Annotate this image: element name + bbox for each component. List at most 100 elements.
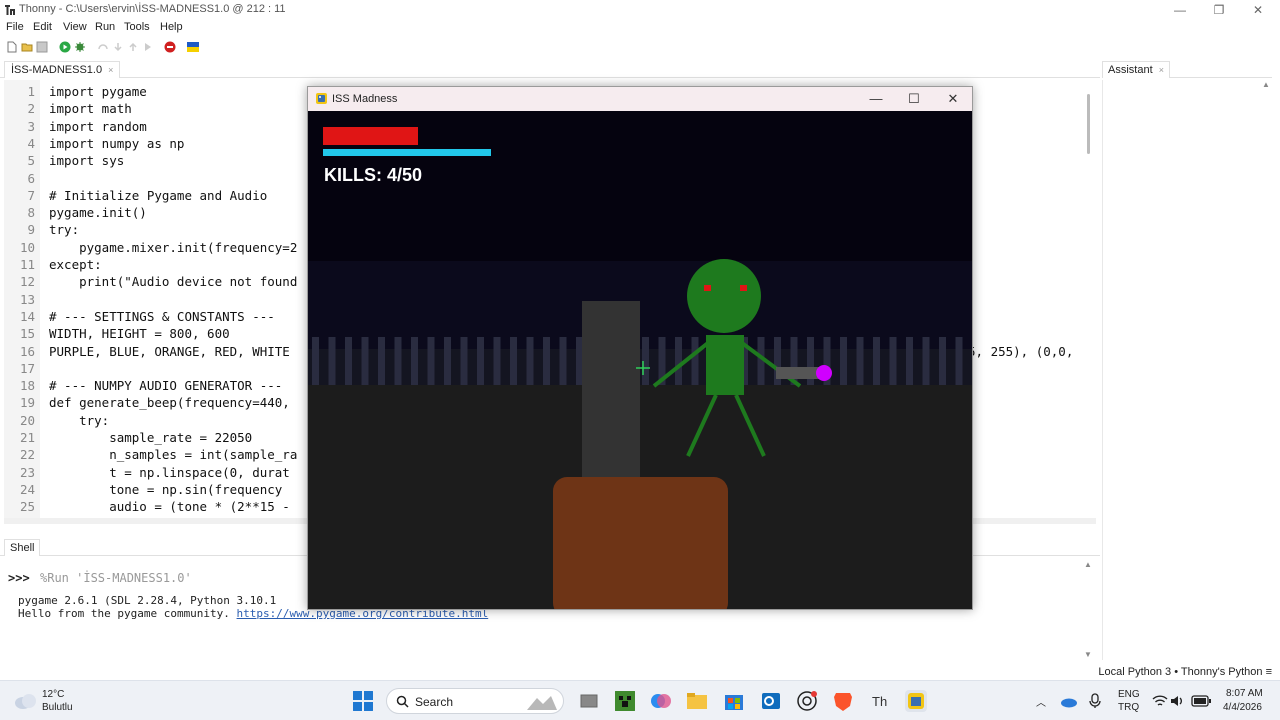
onedrive-icon[interactable] <box>1060 694 1078 708</box>
menu-file[interactable]: File <box>6 21 24 33</box>
close-button[interactable]: ✕ <box>1248 2 1268 18</box>
menu-run[interactable]: Run <box>95 21 115 33</box>
weather-description[interactable]: Bulutlu <box>42 702 73 713</box>
shell-output-line: pygame 2.6.1 (SDL 2.28.4, Python 3.10.1 <box>18 594 277 607</box>
code-line: import random <box>49 118 147 134</box>
pygame-snake-icon <box>316 93 327 104</box>
search-icon <box>396 695 409 708</box>
fence-post <box>361 337 369 385</box>
microphone-icon[interactable] <box>1088 693 1102 709</box>
svg-text:Th: Th <box>872 694 887 709</box>
step-into-icon[interactable] <box>112 41 124 53</box>
shell-prompt: >>> <box>8 571 30 585</box>
maximize-button[interactable]: ❐ <box>1209 2 1229 18</box>
game-window[interactable]: ISS Madness — ☐ ✕ KILLS: 4/50 <box>307 86 973 610</box>
fence-post <box>493 337 501 385</box>
tab-close-icon[interactable]: × <box>108 65 113 75</box>
alien-gun-glow <box>816 365 832 381</box>
minimize-button[interactable]: — <box>1170 2 1190 18</box>
game-canvas[interactable]: KILLS: 4/50 <box>308 111 972 609</box>
step-over-icon[interactable] <box>97 41 109 53</box>
thonny-taskbar-icon[interactable]: Th <box>869 690 891 712</box>
clock-time[interactable]: 8:07 AM <box>1226 688 1263 699</box>
menu-help[interactable]: Help <box>160 21 183 33</box>
code-line: pygame.mixer.init(frequency=2 <box>49 239 298 255</box>
weather-temperature[interactable]: 12°C <box>42 689 64 700</box>
copilot-icon[interactable] <box>650 690 672 712</box>
taskbar-search[interactable]: Search <box>386 688 564 714</box>
assistant-scroll-up-icon[interactable]: ▲ <box>1262 80 1270 89</box>
game-maximize-button[interactable]: ☐ <box>899 90 929 108</box>
editor-tab[interactable]: İSS-MADNESS1.0 × <box>4 61 121 78</box>
debug-icon[interactable] <box>74 41 86 53</box>
keyboard-layout-indicator[interactable]: TRQ <box>1118 702 1139 713</box>
chatgpt-icon[interactable] <box>796 690 818 712</box>
interpreter-status[interactable]: Local Python 3 • Thonny's Python ≡ <box>1098 666 1272 678</box>
wifi-icon[interactable] <box>1152 694 1168 708</box>
game-close-button[interactable]: ✕ <box>938 90 968 108</box>
line-number: 17 <box>19 360 35 376</box>
line-number: 12 <box>19 274 35 290</box>
minecraft-icon[interactable] <box>614 690 636 712</box>
player-weapon <box>553 477 728 609</box>
stop-icon[interactable] <box>164 41 176 53</box>
line-number: 4 <box>27 135 35 151</box>
line-number: 3 <box>27 118 35 134</box>
code-line: audio = (tone * (2**15 - <box>49 499 290 515</box>
code-line: import math <box>49 101 132 117</box>
step-out-icon[interactable] <box>127 41 139 53</box>
clock-date[interactable]: 4/4/2026 <box>1223 702 1262 713</box>
code-line-16-tail: 5, 255), (0,0, <box>968 344 1074 359</box>
line-number: 14 <box>19 308 35 324</box>
file-path: C:\Users\ervin\İSS-MADNESS1.0 <box>65 3 230 15</box>
editor-scrollbar[interactable] <box>1084 80 1094 518</box>
editor-scroll-thumb[interactable] <box>1087 94 1090 154</box>
game-window-titlebar[interactable]: ISS Madness — ☐ ✕ <box>308 87 972 111</box>
weather-cloud-icon[interactable] <box>14 692 38 710</box>
fence-post <box>378 337 385 385</box>
file-explorer-icon[interactable] <box>686 690 708 712</box>
task-view-icon[interactable] <box>578 690 600 712</box>
game-window-title: ISS Madness <box>332 93 398 105</box>
code-line: n_samples = int(sample_ra <box>49 447 298 463</box>
shell-tab[interactable]: Shell <box>4 539 41 556</box>
pygame-taskbar-icon[interactable] <box>905 690 927 712</box>
microsoft-store-icon[interactable] <box>723 690 745 712</box>
taskbar: 12°C Bulutlu Search Th ︿ ENG TRQ 8:07 AM… <box>0 680 1280 720</box>
outlook-icon[interactable] <box>760 690 782 712</box>
run-icon[interactable] <box>59 41 71 53</box>
brave-browser-icon[interactable] <box>832 690 854 712</box>
status-bar: Local Python 3 • Thonny's Python ≡ <box>0 662 1280 680</box>
assistant-close-icon[interactable]: × <box>1159 65 1164 75</box>
shell-scroll-down-icon[interactable]: ▼ <box>1084 650 1092 659</box>
code-line: # --- NUMPY AUDIO GENERATOR --- <box>49 378 283 394</box>
shell-output-text: Hello from the pygame community. <box>18 607 237 620</box>
save-file-icon[interactable] <box>36 41 48 53</box>
ukraine-flag-icon[interactable] <box>187 41 199 53</box>
volume-icon[interactable] <box>1170 694 1186 708</box>
alien-left-eye <box>704 285 711 291</box>
line-number: 18 <box>19 378 35 394</box>
code-line: tone = np.sin(frequency <box>49 481 283 497</box>
language-indicator[interactable]: ENG <box>1118 689 1140 700</box>
fence-post <box>427 337 435 385</box>
shell-scroll-up-icon[interactable]: ▲ <box>1084 560 1092 569</box>
open-file-icon[interactable] <box>21 41 33 53</box>
assistant-tab[interactable]: Assistant × <box>1102 61 1170 78</box>
battery-icon[interactable] <box>1191 695 1211 707</box>
assistant-tab-label: Assistant <box>1108 64 1153 76</box>
line-number: 21 <box>19 430 35 445</box>
new-file-icon[interactable] <box>6 41 18 53</box>
menu-tools[interactable]: Tools <box>124 21 150 33</box>
fence-post <box>873 337 880 385</box>
game-minimize-button[interactable]: — <box>861 90 891 108</box>
code-line: import sys <box>49 153 125 169</box>
menu-view[interactable]: View <box>63 21 87 33</box>
resume-icon[interactable] <box>142 41 154 53</box>
windows-start-icon[interactable] <box>352 690 374 712</box>
fence-post <box>345 337 352 385</box>
tray-overflow-icon[interactable]: ︿ <box>1036 694 1046 709</box>
line-number: 11 <box>19 257 35 272</box>
editor-tab-label: İSS-MADNESS1.0 <box>11 64 103 76</box>
menu-edit[interactable]: Edit <box>33 21 52 33</box>
